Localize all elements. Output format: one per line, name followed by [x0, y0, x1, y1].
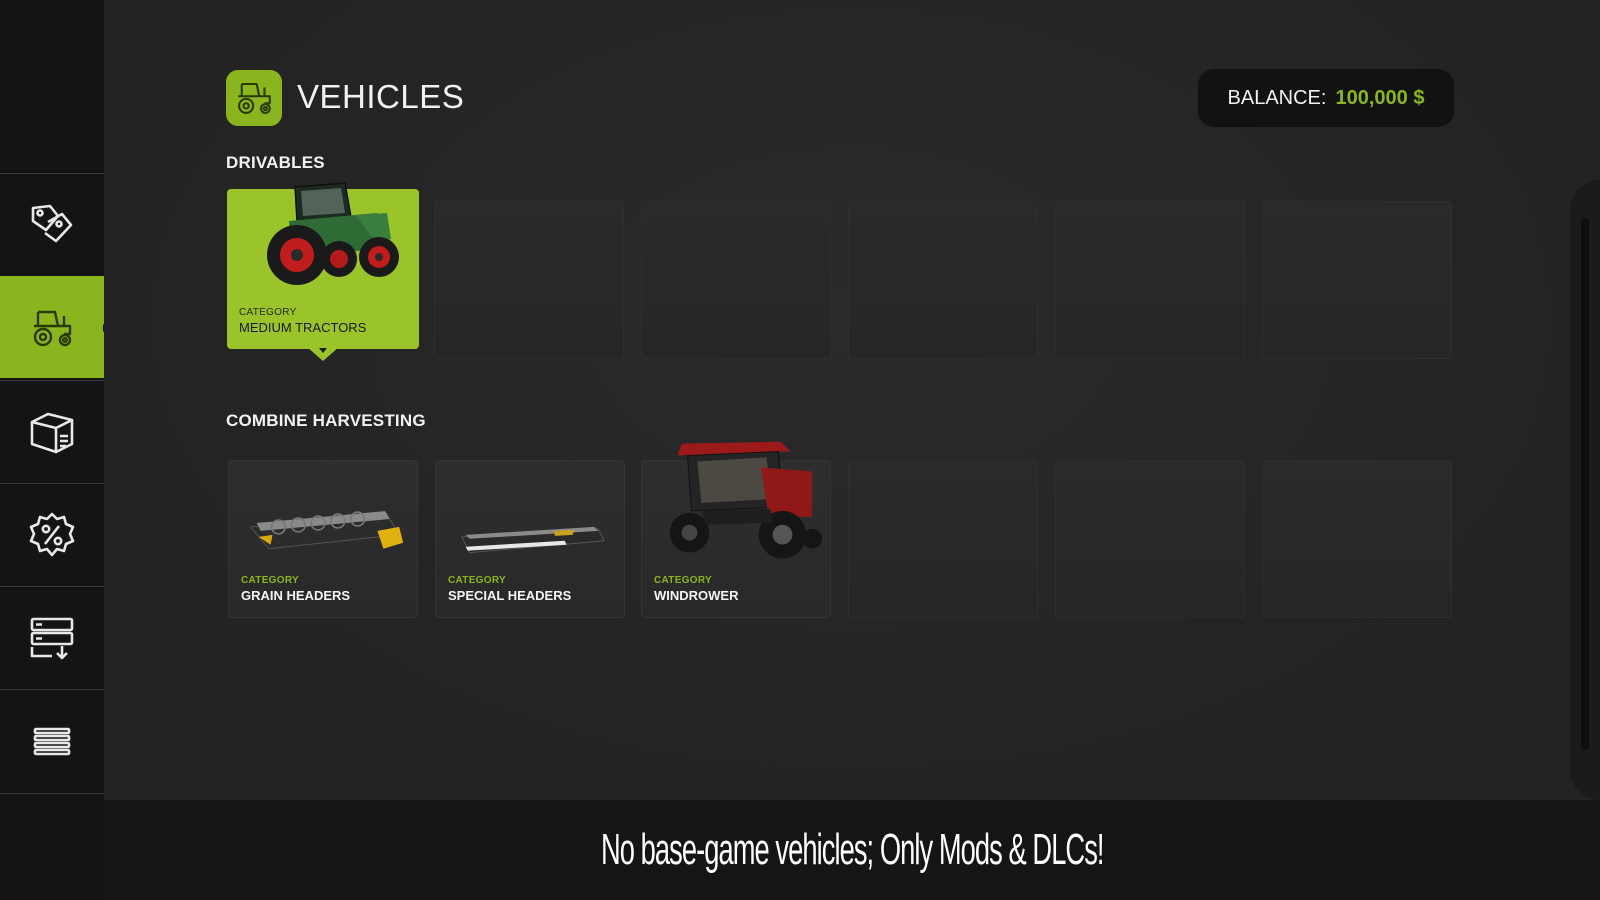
- empty-card-slot: [1262, 460, 1452, 618]
- windrower-thumbnail: [669, 441, 823, 559]
- card-category-name: WINDROWER: [654, 588, 739, 603]
- sidebar-item-menu[interactable]: [0, 689, 104, 791]
- category-card-windrower[interactable]: CATEGORY WINDROWER: [641, 441, 831, 618]
- card-category-label: CATEGORY: [448, 575, 506, 586]
- tractor-icon: [238, 82, 271, 114]
- scrollbar-thumb[interactable]: [1581, 218, 1589, 750]
- card-category-label: CATEGORY: [654, 575, 712, 586]
- card-category-name: SPECIAL HEADERS: [448, 588, 572, 603]
- empty-card-slot: [1055, 460, 1245, 618]
- sidebar-item-sales[interactable]: [0, 483, 104, 585]
- category-card-special-headers[interactable]: CATEGORY SPECIAL HEADERS: [435, 460, 625, 618]
- sidebar-item-storage[interactable]: [0, 586, 104, 688]
- vehicles-title-icon: [226, 70, 282, 126]
- empty-card-slot: [848, 460, 1038, 618]
- empty-card-slot: [1262, 201, 1452, 359]
- sidebar-item-vehicles[interactable]: [0, 276, 116, 378]
- empty-card-slot: [1055, 201, 1245, 359]
- box-icon: [30, 412, 74, 453]
- list-icon: [33, 727, 71, 755]
- grain-header-thumbnail: [249, 511, 404, 550]
- card-category-name: MEDIUM TRACTORS: [239, 320, 367, 335]
- percent-badge-icon: [29, 512, 75, 556]
- empty-card-slot: [641, 201, 831, 359]
- sidebar-divider: [0, 793, 104, 794]
- section-heading-combine-harvesting: COMBINE HARVESTING: [226, 411, 426, 430]
- footer-banner: No base-game vehicles; Only Mods & DLCs!: [104, 800, 1600, 900]
- special-header-thumbnail: [460, 526, 605, 554]
- page-title: VEHICLES: [297, 78, 465, 115]
- tractor-icon: [33, 310, 72, 346]
- empty-card-slot: [848, 201, 1038, 359]
- sidebar: [0, 0, 116, 900]
- balance-label: BALANCE:: [1227, 86, 1327, 109]
- sidebar-item-shop[interactable]: [0, 173, 104, 275]
- card-category-name: GRAIN HEADERS: [241, 588, 351, 603]
- category-card-grain-headers[interactable]: CATEGORY GRAIN HEADERS: [228, 460, 418, 618]
- balance-box: BALANCE: 100,000 $: [1198, 69, 1454, 127]
- category-card-medium-tractors[interactable]: CATEGORY MEDIUM TRACTORS: [227, 182, 419, 361]
- card-category-label: CATEGORY: [241, 575, 299, 586]
- card-category-label: CATEGORY: [239, 307, 297, 318]
- sidebar-item-objects[interactable]: [0, 380, 104, 482]
- tractor-thumbnail: [267, 182, 399, 285]
- footer-banner-text: No base-game vehicles; Only Mods & DLCs!: [600, 825, 1104, 874]
- empty-card-slot: [434, 201, 624, 359]
- balance-value: 100,000 $: [1335, 86, 1425, 109]
- price-tags-icon: [31, 204, 73, 242]
- chevron-down-icon: [319, 348, 327, 353]
- storage-download-icon: [30, 617, 74, 659]
